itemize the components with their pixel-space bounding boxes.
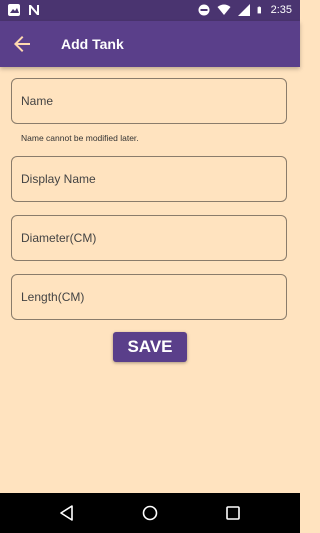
- wifi-icon: [217, 4, 231, 15]
- diameter-input[interactable]: [12, 216, 286, 260]
- length-input[interactable]: [12, 275, 286, 319]
- page-title: Add Tank: [61, 36, 124, 52]
- name-input[interactable]: [12, 79, 286, 123]
- nav-back-icon[interactable]: [57, 503, 77, 523]
- image-icon: [8, 4, 20, 16]
- nav-home-icon[interactable]: [140, 503, 160, 523]
- dnd-icon: [198, 4, 210, 16]
- navigation-bar: [0, 493, 300, 533]
- signal-icon: [237, 4, 250, 16]
- name-helper-text: Name cannot be modified later.: [21, 133, 139, 143]
- length-field[interactable]: [11, 274, 287, 320]
- n-notification-icon: [29, 5, 39, 15]
- save-button[interactable]: SAVE: [113, 332, 187, 362]
- status-bar: 2:35: [0, 0, 300, 21]
- diameter-field[interactable]: [11, 215, 287, 261]
- back-arrow-icon[interactable]: [10, 32, 34, 56]
- display-name-field[interactable]: [11, 156, 287, 202]
- status-left-icons: [7, 3, 41, 17]
- battery-icon: [257, 6, 261, 14]
- app-bar: Add Tank: [0, 21, 300, 67]
- display-name-input[interactable]: [12, 157, 286, 201]
- status-time: 2:35: [270, 4, 292, 16]
- nav-recents-icon[interactable]: [223, 503, 243, 523]
- name-field[interactable]: [11, 78, 287, 124]
- status-right-icons: 2:35: [197, 3, 292, 17]
